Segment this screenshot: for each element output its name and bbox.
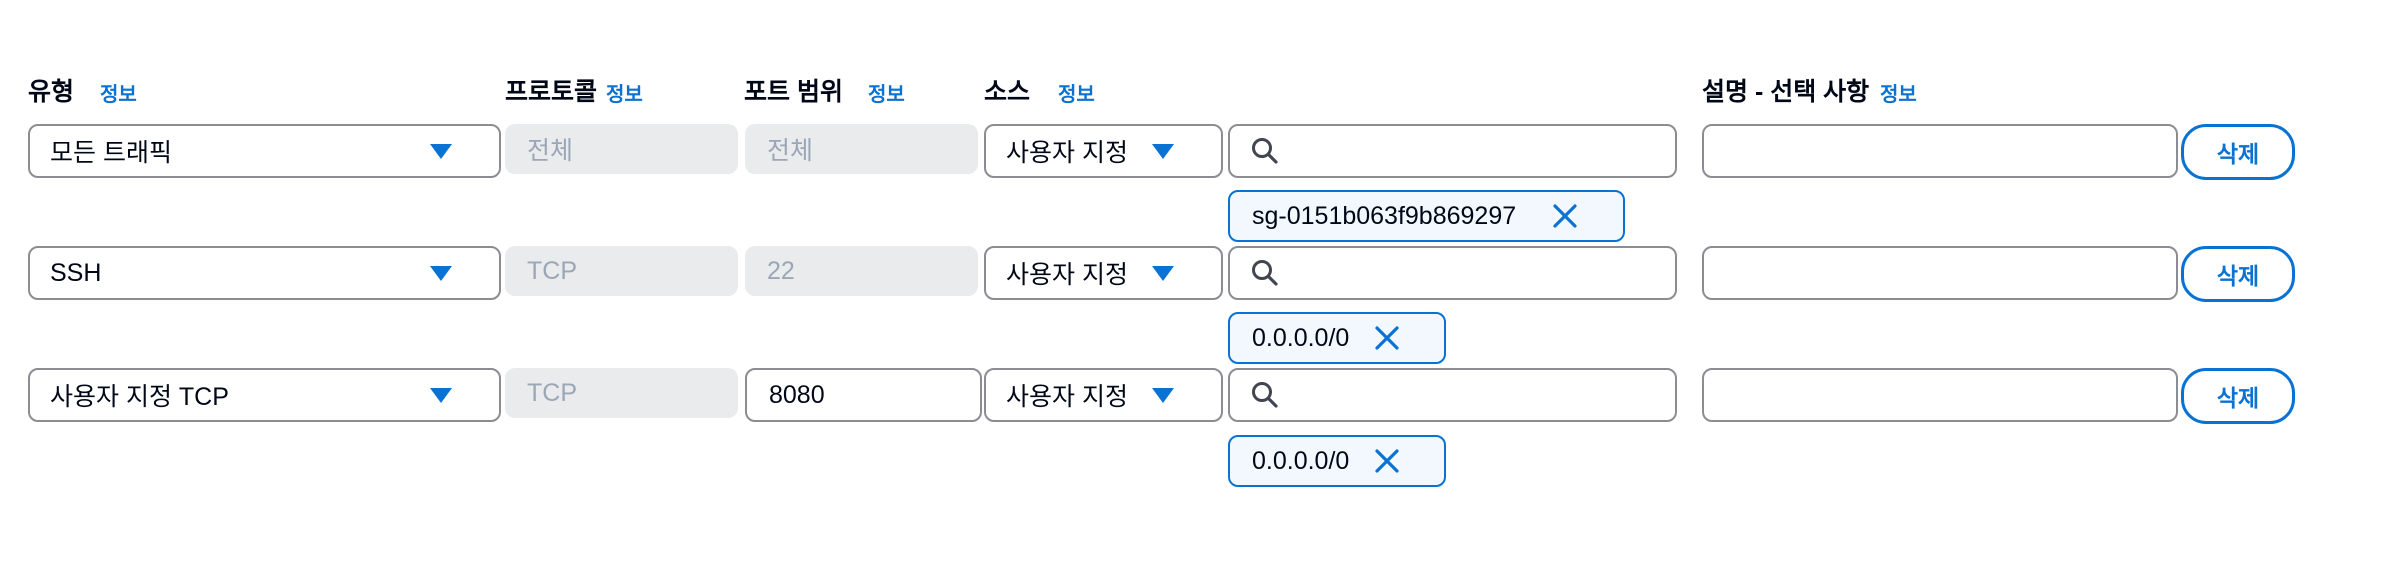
header-source: 소스 (984, 78, 1031, 106)
source-token-label: 0.0.0.0/0 (1252, 323, 1350, 352)
close-icon[interactable] (1374, 448, 1400, 474)
caret-down-icon (1152, 388, 1174, 403)
source-select[interactable]: 사용자 지정 (984, 124, 1223, 178)
close-icon[interactable] (1374, 325, 1400, 351)
search-icon (1252, 138, 1278, 164)
source-token: 0.0.0.0/0 (1228, 435, 1446, 487)
header-type: 유형 (28, 78, 75, 106)
caret-down-icon (430, 144, 452, 159)
port-range-field: 22 (745, 246, 978, 296)
source-search-input[interactable] (1228, 124, 1677, 178)
info-link-protocol[interactable]: 정보 (606, 78, 643, 107)
caret-down-icon (1152, 144, 1174, 159)
search-icon (1252, 382, 1278, 408)
source-search-input[interactable] (1228, 368, 1677, 422)
type-select[interactable]: SSH (28, 246, 501, 300)
source-token-label: sg-0151b063f9b869297 (1252, 201, 1517, 230)
type-select-value: SSH (50, 258, 102, 287)
delete-button[interactable]: 삭제 (2181, 246, 2295, 302)
info-link-source[interactable]: 정보 (1058, 78, 1095, 107)
close-icon[interactable] (1552, 203, 1578, 229)
source-select[interactable]: 사용자 지정 (984, 246, 1223, 300)
info-link-type[interactable]: 정보 (100, 78, 137, 107)
header-protocol: 프로토콜 (505, 78, 598, 106)
protocol-field: 전체 (505, 124, 738, 174)
description-input[interactable] (1702, 124, 2178, 178)
info-link-port-range[interactable]: 정보 (868, 78, 905, 107)
port-range-field: 전체 (745, 124, 978, 174)
source-select-value: 사용자 지정 (1006, 139, 1128, 167)
type-select[interactable]: 사용자 지정 TCP (28, 368, 501, 422)
delete-button[interactable]: 삭제 (2181, 124, 2295, 180)
source-select[interactable]: 사용자 지정 (984, 368, 1223, 422)
description-input[interactable] (1702, 246, 2178, 300)
caret-down-icon (430, 388, 452, 403)
source-select-value: 사용자 지정 (1006, 383, 1128, 411)
source-token: sg-0151b063f9b869297 (1228, 190, 1625, 242)
caret-down-icon (430, 266, 452, 281)
source-search-input[interactable] (1228, 246, 1677, 300)
source-token: 0.0.0.0/0 (1228, 312, 1446, 364)
type-select-value: 사용자 지정 TCP (50, 383, 229, 411)
protocol-field: TCP (505, 368, 738, 418)
description-input[interactable] (1702, 368, 2178, 422)
caret-down-icon (1152, 266, 1174, 281)
source-token-label: 0.0.0.0/0 (1252, 446, 1350, 475)
header-port-range: 포트 범위 (744, 78, 843, 106)
source-select-value: 사용자 지정 (1006, 261, 1128, 289)
type-select[interactable]: 모든 트래픽 (28, 124, 501, 178)
info-link-description[interactable]: 정보 (1880, 78, 1917, 107)
protocol-field: TCP (505, 246, 738, 296)
delete-button[interactable]: 삭제 (2181, 368, 2295, 424)
type-select-value: 모든 트래픽 (50, 139, 172, 167)
search-icon (1252, 260, 1278, 286)
header-description: 설명 - 선택 사항 (1702, 78, 1870, 106)
port-range-input[interactable]: 8080 (745, 368, 982, 422)
